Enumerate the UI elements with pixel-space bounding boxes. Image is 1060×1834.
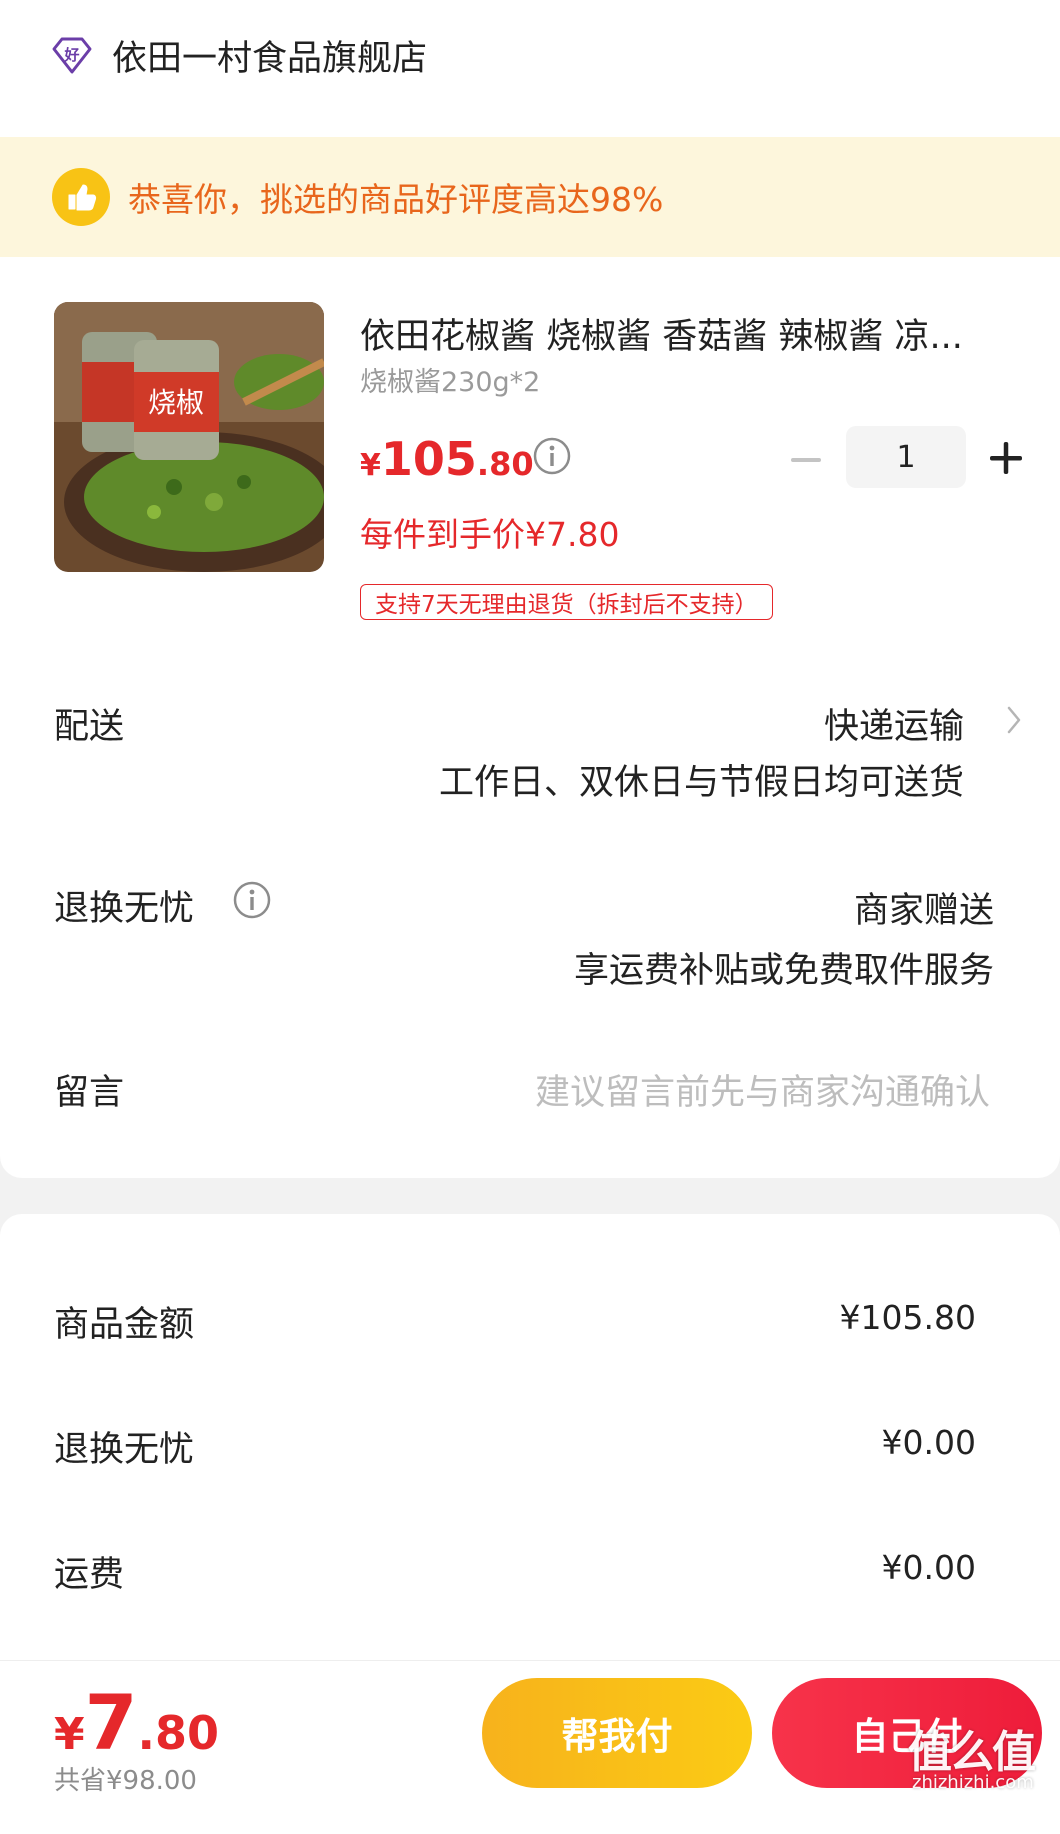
rating-banner: 恭喜你，挑选的商品好评度高达98% [0, 137, 1060, 257]
saved-amount: 共省¥98.00 [54, 1766, 197, 1796]
store-name: 依田一村食品旗舰店 [112, 38, 428, 79]
product-title[interactable]: 依田花椒酱 烧椒酱 香菇酱 辣椒酱 凉... [360, 308, 1020, 359]
message-label: 留言 [54, 1073, 125, 1113]
banner-text: 恭喜你，挑选的商品好评度高达98% [128, 180, 664, 219]
price-integer: 105 [380, 432, 477, 486]
final-price-decimal: .80 [137, 1706, 220, 1760]
help-pay-button[interactable]: 帮我付 [482, 1678, 752, 1788]
svg-text:好: 好 [63, 46, 79, 64]
quantity-input[interactable]: 1 [846, 426, 966, 488]
watermark-sub: zhizhizhi.com [912, 1772, 1034, 1793]
quantity-increase-button[interactable] [986, 438, 1026, 478]
per-item-price: 每件到手价¥7.80 [360, 515, 620, 554]
watermark-main: 值么值 [908, 1727, 1036, 1778]
final-price-integer: 7 [84, 1678, 138, 1767]
summary-label-return: 退换无忧 [54, 1430, 195, 1470]
return-service-value: 商家赠送 [853, 891, 994, 931]
price-decimal: .80 [476, 445, 534, 483]
quantity-decrease-button[interactable] [786, 440, 826, 480]
final-price-currency: ¥ [54, 1709, 85, 1760]
delivery-note: 工作日、双休日与节假日均可送货 [438, 763, 964, 803]
svg-text:烧椒: 烧椒 [148, 386, 204, 419]
chevron-right-icon[interactable] [1004, 704, 1024, 736]
store-header[interactable]: 好 依田一村食品旗舰店 [52, 30, 427, 80]
minus-icon [791, 458, 821, 462]
product-price: ¥ 105 .80 [360, 432, 534, 486]
return-info-icon[interactable] [232, 880, 272, 920]
return-service-note: 享运费补贴或免费取件服务 [573, 951, 994, 991]
summary-label-shipping: 运费 [54, 1555, 125, 1595]
summary-value-goods: ¥105.80 [839, 1298, 976, 1337]
summary-value-shipping: ¥0.00 [881, 1548, 976, 1587]
haohuo-badge-icon: 好 [52, 37, 92, 74]
return-service-label: 退换无忧 [54, 889, 195, 929]
product-spec: 烧椒酱230g*2 [360, 367, 541, 398]
final-price: ¥ 7 .80 [54, 1678, 219, 1767]
watermark-logo: 值么值 zhizhizhi.com [908, 1716, 1050, 1800]
delivery-label: 配送 [54, 707, 125, 747]
return-policy-tag: 支持7天无理由退货（拆封后不支持） [360, 584, 773, 620]
thumbs-up-icon [52, 168, 110, 226]
product-image[interactable]: 烧椒 [54, 302, 324, 572]
message-input[interactable]: 建议留言前先与商家沟通确认 [535, 1064, 990, 1115]
summary-value-return: ¥0.00 [881, 1423, 976, 1462]
summary-label-goods: 商品金额 [54, 1305, 195, 1345]
delivery-method[interactable]: 快递运输 [824, 698, 964, 749]
price-info-icon[interactable] [532, 436, 572, 476]
price-currency: ¥ [360, 448, 381, 483]
